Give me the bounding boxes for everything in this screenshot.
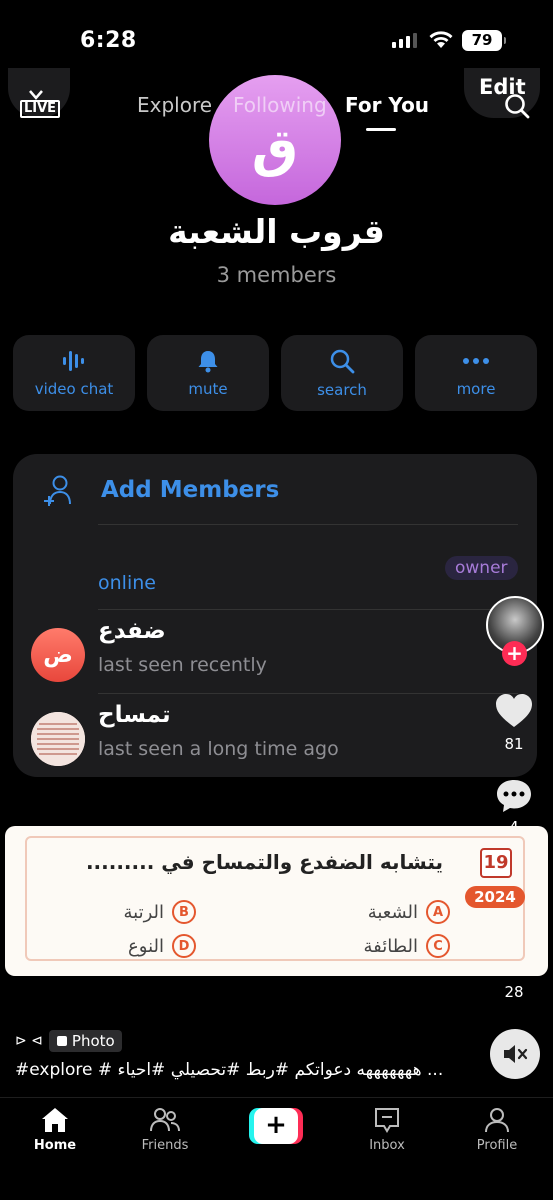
group-actions: video chat mute search more	[13, 335, 537, 411]
live-label[interactable]: LIVE	[20, 100, 61, 118]
search-label: search	[317, 381, 367, 399]
photo-icon	[56, 1036, 67, 1046]
more-label: more	[456, 380, 496, 398]
nav-home[interactable]: Home	[15, 1106, 95, 1153]
profile-icon	[485, 1108, 509, 1133]
home-icon	[42, 1108, 68, 1132]
nav-profile-label: Profile	[476, 1138, 518, 1153]
nav-inbox[interactable]: Inbox	[347, 1106, 427, 1153]
option-a: A الشعبة	[368, 900, 450, 924]
cellular-signal-icon	[392, 32, 417, 48]
add-members-label: Add Members	[101, 477, 280, 503]
nav-friends-label: Friends	[141, 1138, 189, 1153]
speaker-muted-icon	[504, 1045, 528, 1063]
more-button[interactable]: more	[415, 335, 537, 411]
waveform-icon	[63, 351, 84, 371]
member-row[interactable]: ض ضفدع last seen recently	[31, 618, 521, 688]
option-text: النوع	[128, 935, 164, 957]
follow-plus-button[interactable]: +	[502, 641, 527, 666]
mute-label: mute	[188, 380, 228, 398]
plus-icon: +	[254, 1108, 298, 1144]
sound-toggle-button[interactable]	[490, 1029, 540, 1079]
quiz-image: 19 2024 يتشابه الضفدع والتمساح في ......…	[5, 826, 548, 976]
create-button[interactable]: +	[249, 1108, 303, 1144]
option-text: الطائفة	[363, 935, 418, 957]
nav-home-label: Home	[33, 1138, 77, 1153]
bell-icon	[198, 351, 218, 373]
nav-friends[interactable]: Friends	[125, 1106, 205, 1153]
heart-icon[interactable]	[494, 693, 534, 729]
option-letter: B	[172, 900, 196, 924]
search-icon[interactable]	[503, 92, 531, 120]
divider	[98, 609, 518, 610]
video-chat-button[interactable]: video chat	[13, 335, 135, 411]
option-text: الشعبة	[367, 901, 418, 923]
search-button[interactable]: search	[281, 335, 403, 411]
comment-icon[interactable]	[495, 778, 533, 814]
option-b: B الرتبة	[123, 900, 196, 924]
group-name: قروب الشعبة	[168, 212, 385, 251]
member-avatar: ض	[31, 628, 85, 682]
member-row[interactable]: تمساح last seen a long time ago	[31, 702, 521, 772]
post-caption[interactable]: #explore # هههههههه دعواتكم #ربط #تحصيلي…	[15, 1060, 443, 1080]
tab-explore[interactable]: Explore	[137, 93, 212, 117]
member-status: last seen a long time ago	[98, 738, 339, 760]
inbox-icon	[375, 1108, 399, 1133]
divider	[98, 524, 518, 525]
photo-indicator: ⊳ ⊲ Photo	[15, 1030, 122, 1052]
photo-badge: Photo	[48, 1030, 122, 1052]
question-year-badge: 2024	[465, 886, 525, 908]
nav-profile[interactable]: Profile	[457, 1106, 537, 1153]
slideshow-icon: ⊳ ⊲	[15, 1033, 43, 1049]
owner-badge: owner	[445, 556, 518, 580]
battery-indicator: 79	[462, 30, 506, 51]
option-letter: D	[172, 934, 196, 958]
tab-following[interactable]: Following	[233, 93, 327, 117]
option-d: D النوع	[128, 934, 196, 958]
add-person-icon	[44, 475, 71, 506]
option-letter: C	[426, 934, 450, 958]
question-number: 19	[480, 848, 512, 878]
bottom-nav: Home Friends + Inbox Profile	[0, 1097, 553, 1200]
member-name: ضفدع	[98, 618, 166, 644]
mute-button[interactable]: mute	[147, 335, 269, 411]
ellipsis-icon	[463, 358, 489, 364]
photo-label: Photo	[71, 1032, 115, 1050]
status-time: 6:28	[80, 28, 137, 53]
member-avatar	[31, 712, 85, 766]
likes-count: 81	[504, 735, 524, 753]
option-c: C الطائفة	[363, 934, 450, 958]
search-icon	[330, 349, 355, 374]
document-thumbnail-icon	[31, 712, 85, 766]
option-letter: A	[426, 900, 450, 924]
members-panel: Add Members owner online ض ضفدع last see…	[13, 454, 537, 777]
active-tab-indicator	[366, 128, 396, 131]
members-count: 3 members	[216, 263, 337, 287]
nav-inbox-label: Inbox	[369, 1138, 405, 1153]
friends-icon	[150, 1108, 180, 1132]
question-text: يتشابه الضفدع والتمساح في .........	[85, 850, 443, 874]
add-members-row[interactable]: Add Members	[43, 474, 279, 506]
video-chat-label: video chat	[34, 380, 114, 398]
member-name: تمساح	[98, 702, 171, 728]
online-label: online	[98, 572, 156, 594]
tab-for-you[interactable]: For You	[345, 93, 429, 117]
wifi-icon	[429, 31, 453, 48]
shares-count: 28	[504, 983, 524, 1001]
option-text: الرتبة	[123, 901, 164, 923]
divider	[98, 693, 518, 694]
member-status: last seen recently	[98, 654, 267, 676]
